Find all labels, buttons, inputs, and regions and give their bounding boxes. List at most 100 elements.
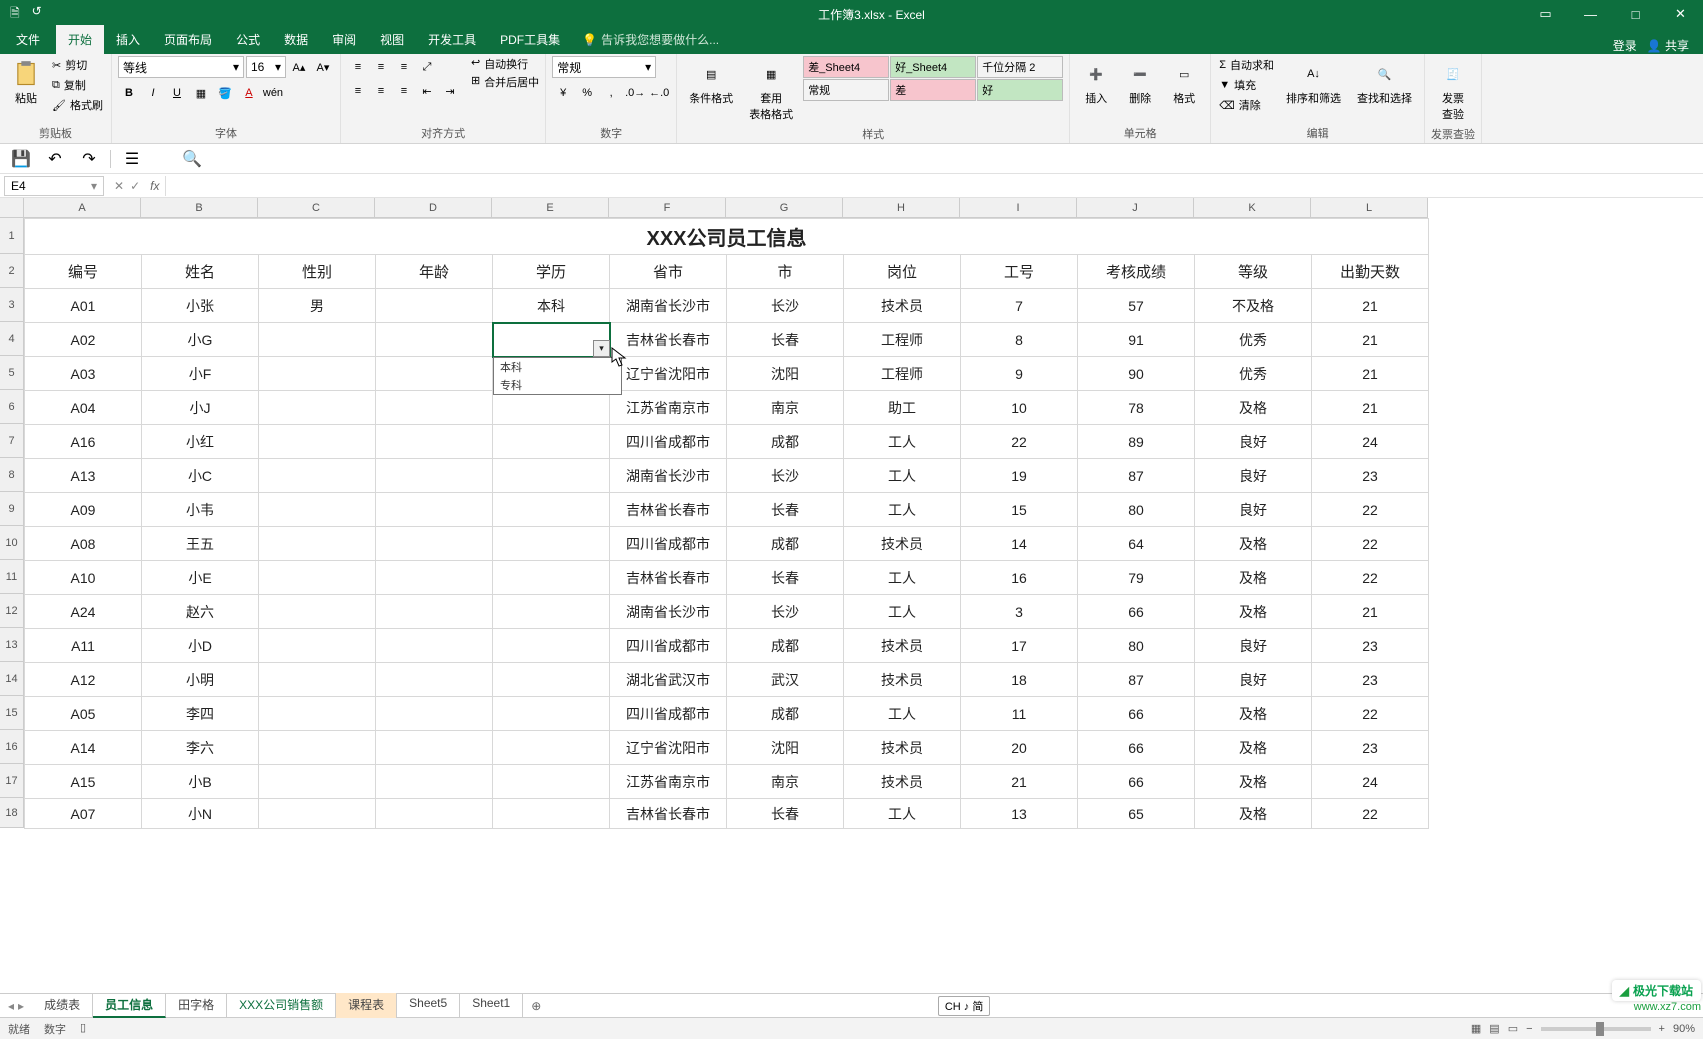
cell[interactable]: 21 <box>961 765 1078 799</box>
tab-pdf[interactable]: PDF工具集 <box>488 25 572 54</box>
cell[interactable]: 13 <box>961 799 1078 829</box>
cell[interactable]: 南京 <box>727 391 844 425</box>
cell[interactable]: 岗位 <box>844 255 961 289</box>
cell[interactable] <box>259 323 376 357</box>
touch-mode-button[interactable]: ☰ <box>119 147 145 171</box>
cell[interactable]: 优秀 <box>1195 323 1312 357</box>
phonetic-button[interactable]: wén <box>262 82 284 104</box>
sheet-tab[interactable]: XXX公司销售额 <box>227 993 336 1018</box>
cell[interactable]: 11 <box>961 697 1078 731</box>
inc-decimal[interactable]: .0→ <box>624 82 646 104</box>
insert-cells-button[interactable]: ➕插入 <box>1076 56 1116 110</box>
invoice-check-button[interactable]: 🧾发票 查验 <box>1433 56 1473 126</box>
cell[interactable]: 长沙 <box>727 459 844 493</box>
cell[interactable]: 14 <box>961 527 1078 561</box>
cell[interactable]: 辽宁省沈阳市 <box>610 731 727 765</box>
cell[interactable] <box>259 731 376 765</box>
cell[interactable]: 李六 <box>142 731 259 765</box>
dropdown-option[interactable]: 专科 <box>494 376 621 394</box>
cell[interactable] <box>376 391 493 425</box>
cell[interactable]: 90 <box>1078 357 1195 391</box>
cell[interactable]: 工人 <box>844 493 961 527</box>
cell[interactable]: 李四 <box>142 697 259 731</box>
cell[interactable]: 小C <box>142 459 259 493</box>
cell[interactable]: 沈阳 <box>727 357 844 391</box>
zoom-out-button[interactable]: − <box>1526 1023 1532 1035</box>
cell[interactable]: 优秀 <box>1195 357 1312 391</box>
cell[interactable]: A24 <box>25 595 142 629</box>
cell[interactable] <box>493 629 610 663</box>
orientation-button[interactable]: ⤢ <box>416 56 438 78</box>
cell[interactable]: ▾ <box>493 323 610 357</box>
cell[interactable]: 出勤天数 <box>1312 255 1429 289</box>
accept-formula-icon[interactable]: ✓ <box>130 179 140 193</box>
format-cells-button[interactable]: ▭格式 <box>1164 56 1204 110</box>
cell[interactable]: 小明 <box>142 663 259 697</box>
cell[interactable]: 23 <box>1312 731 1429 765</box>
cell[interactable]: 22 <box>1312 799 1429 829</box>
cell[interactable]: A10 <box>25 561 142 595</box>
cell[interactable]: 姓名 <box>142 255 259 289</box>
column-header[interactable]: G <box>726 198 843 218</box>
cell[interactable] <box>376 697 493 731</box>
cell[interactable] <box>493 391 610 425</box>
cell[interactable]: 80 <box>1078 493 1195 527</box>
cell[interactable]: A02 <box>25 323 142 357</box>
align-bot[interactable]: ≡ <box>393 56 415 78</box>
cell[interactable] <box>259 629 376 663</box>
cell[interactable]: 辽宁省沈阳市 <box>610 357 727 391</box>
bold-button[interactable]: B <box>118 82 140 104</box>
cell[interactable] <box>376 731 493 765</box>
row-header[interactable]: 10 <box>0 526 24 560</box>
cell[interactable]: A16 <box>25 425 142 459</box>
tab-review[interactable]: 审阅 <box>320 25 368 54</box>
cell[interactable] <box>493 561 610 595</box>
cell[interactable]: 市 <box>727 255 844 289</box>
cell[interactable]: A01 <box>25 289 142 323</box>
row-header[interactable]: 11 <box>0 560 24 594</box>
wrap-button[interactable]: ↩自动换行 <box>471 56 539 72</box>
clear-button[interactable]: ⌫清除 <box>1217 96 1276 114</box>
cell[interactable]: 小J <box>142 391 259 425</box>
cell[interactable]: 66 <box>1078 697 1195 731</box>
cell[interactable]: 21 <box>1312 323 1429 357</box>
cell[interactable] <box>493 731 610 765</box>
cell[interactable]: 17 <box>961 629 1078 663</box>
align-right[interactable]: ≡ <box>393 80 415 102</box>
cell[interactable]: 男 <box>259 289 376 323</box>
cell[interactable]: 良好 <box>1195 425 1312 459</box>
cell[interactable]: 9 <box>961 357 1078 391</box>
font-size-combo[interactable]: 16▾ <box>246 56 286 78</box>
minimize-button[interactable]: — <box>1568 0 1613 28</box>
cell[interactable]: 湖南省长沙市 <box>610 595 727 629</box>
row-header[interactable]: 15 <box>0 696 24 730</box>
cell[interactable]: 及格 <box>1195 731 1312 765</box>
cell[interactable]: 小G <box>142 323 259 357</box>
cell[interactable]: 及格 <box>1195 527 1312 561</box>
cell[interactable]: 及格 <box>1195 765 1312 799</box>
redo-button[interactable]: ↷ <box>76 147 102 171</box>
cell[interactable] <box>493 595 610 629</box>
cell[interactable]: 22 <box>1312 527 1429 561</box>
indent-dec[interactable]: ⇤ <box>416 80 438 102</box>
cell[interactable]: 湖南省长沙市 <box>610 289 727 323</box>
cut-button[interactable]: ✂剪切 <box>50 56 105 74</box>
row-header[interactable]: 6 <box>0 390 24 424</box>
currency-button[interactable]: ¥ <box>552 82 574 104</box>
cell[interactable]: 本科 <box>493 289 610 323</box>
painter-button[interactable]: 🖌格式刷 <box>50 96 105 114</box>
share-button[interactable]: 👤 共享 <box>1647 37 1689 54</box>
cell[interactable]: 小红 <box>142 425 259 459</box>
font-color-button[interactable]: A <box>238 82 260 104</box>
cell[interactable]: 江苏省南京市 <box>610 391 727 425</box>
cell[interactable]: 小韦 <box>142 493 259 527</box>
cell[interactable] <box>259 459 376 493</box>
indent-inc[interactable]: ⇥ <box>439 80 461 102</box>
cell[interactable]: A07 <box>25 799 142 829</box>
cell[interactable]: 23 <box>1312 629 1429 663</box>
cell[interactable]: 四川省成都市 <box>610 697 727 731</box>
cell[interactable]: 小N <box>142 799 259 829</box>
cell[interactable] <box>259 527 376 561</box>
cell[interactable] <box>259 561 376 595</box>
row-header[interactable]: 18 <box>0 798 24 828</box>
